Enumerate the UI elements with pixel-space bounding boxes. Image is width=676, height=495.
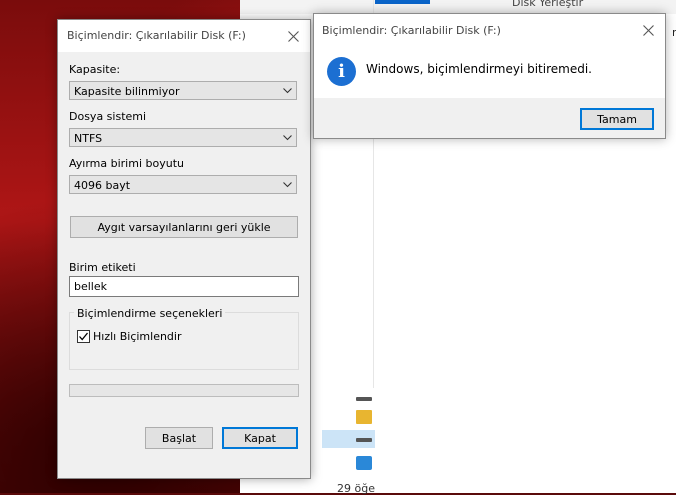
nav-item[interactable] — [352, 454, 374, 472]
explorer-peek-right-label: ra — [672, 26, 676, 39]
explorer-ribbon — [240, 0, 676, 14]
message-text: Windows, biçimlendirmeyi bitiremedi. — [366, 62, 592, 76]
close-icon — [642, 24, 654, 36]
format-dialog-title: Biçimlendir: Çıkarılabilir Disk (F:) — [67, 29, 246, 42]
network-icon — [356, 456, 372, 470]
capacity-select[interactable]: Kapasite bilinmiyor — [69, 81, 297, 100]
item-count-text: 29 öğe — [337, 482, 375, 495]
chevron-down-icon — [283, 135, 292, 141]
filesystem-value: NTFS — [74, 132, 103, 145]
chevron-down-icon — [283, 88, 292, 94]
capacity-value: Kapasite bilinmiyor — [74, 85, 180, 98]
format-options-title: Biçimlendirme seçenekleri — [74, 307, 226, 320]
message-box-footer: Tamam — [314, 98, 665, 138]
quick-format-label: Hızlı Biçimlendir — [93, 330, 182, 343]
format-dialog: Biçimlendir: Çıkarılabilir Disk (F:) Kap… — [57, 19, 311, 479]
explorer-peek-label: Disk Yerleştir — [512, 0, 584, 9]
nav-item[interactable] — [352, 390, 374, 408]
allocation-label: Ayırma birimi boyutu — [69, 157, 184, 170]
start-button[interactable]: Başlat — [145, 427, 213, 449]
quick-format-option[interactable]: Hızlı Biçimlendir — [77, 330, 182, 343]
drive-icon — [356, 397, 372, 401]
explorer-nav-pane: 29 öğe — [308, 388, 375, 495]
folder-icon — [356, 410, 372, 424]
filesystem-label: Dosya sistemi — [69, 110, 147, 123]
filesystem-select[interactable]: NTFS — [69, 128, 297, 147]
close-button[interactable]: Kapat — [222, 427, 298, 449]
capacity-label: Kapasite: — [69, 63, 121, 76]
allocation-value: 4096 bayt — [74, 179, 131, 192]
message-box-close-button[interactable] — [631, 14, 665, 46]
format-progress-bar — [69, 384, 299, 397]
message-box-title: Biçimlendir: Çıkarılabilir Disk (F:) — [322, 24, 501, 37]
explorer-selected-tab[interactable] — [375, 0, 430, 4]
message-box: Biçimlendir: Çıkarılabilir Disk (F:) i W… — [313, 13, 666, 139]
chevron-down-icon — [283, 182, 292, 188]
ok-button[interactable]: Tamam — [580, 108, 654, 130]
usb-drive-icon — [356, 438, 372, 442]
nav-item-selected[interactable] — [322, 430, 375, 448]
restore-defaults-button[interactable]: Aygıt varsayılanlarını geri yükle — [70, 216, 298, 238]
volume-label-input[interactable] — [69, 276, 299, 297]
allocation-select[interactable]: 4096 bayt — [69, 175, 297, 194]
format-dialog-close-button[interactable] — [276, 20, 310, 52]
checkmark-icon — [79, 332, 89, 341]
format-dialog-title-bar[interactable]: Biçimlendir: Çıkarılabilir Disk (F:) — [58, 20, 310, 52]
message-box-title-bar[interactable]: Biçimlendir: Çıkarılabilir Disk (F:) — [314, 14, 665, 46]
info-icon: i — [327, 57, 356, 86]
nav-item[interactable] — [352, 408, 374, 426]
volume-label-label: Birim etiketi — [69, 261, 136, 274]
quick-format-checkbox[interactable] — [77, 330, 90, 343]
close-icon — [287, 30, 299, 42]
